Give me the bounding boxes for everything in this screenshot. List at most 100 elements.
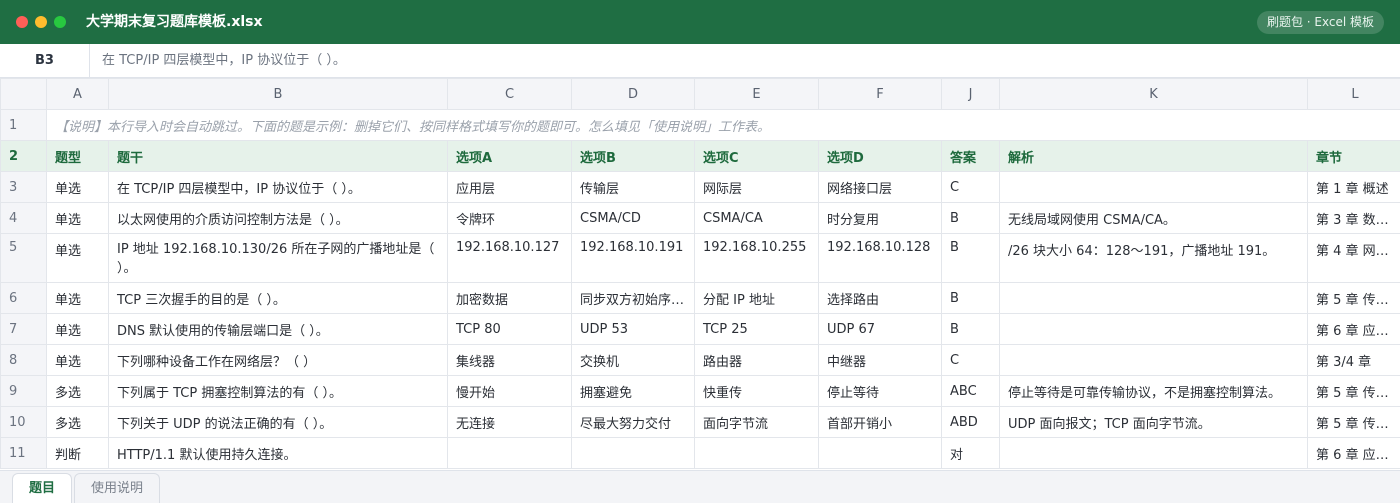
cell-b[interactable]: 下列哪种设备工作在网络层？（ ） [108,344,448,376]
cell-c[interactable]: TCP 80 [447,313,572,345]
cell-b[interactable]: IP 地址 192.168.10.130/26 所在子网的广播地址是（ ）。 [108,233,448,283]
row-number[interactable]: 2 [0,140,47,172]
column-header-j[interactable]: J [941,78,1000,110]
cell-name-box[interactable]: B3 [0,44,90,77]
cell-b[interactable]: 以太网使用的介质访问控制方法是（ ）。 [108,202,448,234]
cell-b[interactable]: 下列属于 TCP 拥塞控制算法的有（ ）。 [108,375,448,407]
column-header-b[interactable]: B [108,78,448,110]
field-header-cell[interactable]: 选项B [571,140,695,172]
cell-l[interactable]: 第 5 章 传… [1307,282,1400,314]
cell-a[interactable]: 多选 [46,406,109,438]
cell-c[interactable]: 加密数据 [447,282,572,314]
cell-l[interactable]: 第 4 章 网… [1307,233,1400,283]
cell-c[interactable]: 慢开始 [447,375,572,407]
cell-k[interactable] [999,313,1308,345]
cell-j[interactable]: 对 [941,437,1000,469]
cell-j[interactable]: B [941,282,1000,314]
column-header-d[interactable]: D [571,78,695,110]
cell-a[interactable]: 单选 [46,282,109,314]
cell-e[interactable]: CSMA/CA [694,202,819,234]
cell-c[interactable] [447,437,572,469]
cell-c[interactable]: 应用层 [447,171,572,203]
cell-d[interactable]: UDP 53 [571,313,695,345]
cell-a[interactable]: 单选 [46,202,109,234]
cell-a[interactable]: 单选 [46,313,109,345]
column-header-l[interactable]: L [1307,78,1400,110]
field-header-cell[interactable]: 章节 [1307,140,1400,172]
row-number[interactable]: 4 [0,202,47,234]
cell-k[interactable]: 无线局域网使用 CSMA/CA。 [999,202,1308,234]
cell-d[interactable]: 传输层 [571,171,695,203]
cell-l[interactable]: 第 5 章 传… [1307,375,1400,407]
cell-l[interactable]: 第 3 章 数… [1307,202,1400,234]
close-window-button[interactable] [16,16,28,28]
row-number[interactable]: 9 [0,375,47,407]
maximize-window-button[interactable] [54,16,66,28]
minimize-window-button[interactable] [35,16,47,28]
field-header-cell[interactable]: 题型 [46,140,109,172]
column-header-a[interactable]: A [46,78,109,110]
field-header-cell[interactable]: 选项D [818,140,942,172]
cell-c[interactable]: 令牌环 [447,202,572,234]
cell-b[interactable]: 在 TCP/IP 四层模型中，IP 协议位于（ ）。 [108,171,448,203]
cell-c[interactable]: 集线器 [447,344,572,376]
cell-d[interactable]: 交换机 [571,344,695,376]
cell-j[interactable]: C [941,344,1000,376]
cell-f[interactable]: 首部开销小 [818,406,942,438]
formula-input[interactable]: 在 TCP/IP 四层模型中，IP 协议位于（ ）。 [102,44,346,77]
field-header-cell[interactable]: 题干 [108,140,448,172]
select-all-corner[interactable] [0,78,47,110]
cell-b[interactable]: 下列关于 UDP 的说法正确的有（ ）。 [108,406,448,438]
field-header-cell[interactable]: 选项A [447,140,572,172]
cell-f[interactable]: 192.168.10.128 [818,233,942,283]
cell-j[interactable]: ABC [941,375,1000,407]
cell-l[interactable]: 第 6 章 应… [1307,313,1400,345]
cell-k[interactable]: /26 块大小 64：128～191，广播地址 191。 [999,233,1308,283]
sheet-tab-questions[interactable]: 题目 [12,473,73,503]
cell-k[interactable] [999,282,1308,314]
row-number[interactable]: 1 [0,109,47,141]
cell-e[interactable]: 路由器 [694,344,819,376]
cell-d[interactable] [571,437,695,469]
cell-f[interactable]: 选择路由 [818,282,942,314]
cell-f[interactable]: 时分复用 [818,202,942,234]
cell-f[interactable]: UDP 67 [818,313,942,345]
column-header-k[interactable]: K [999,78,1308,110]
cell-a[interactable]: 单选 [46,233,109,283]
cell-j[interactable]: ABD [941,406,1000,438]
field-header-cell[interactable]: 选项C [694,140,819,172]
cell-l[interactable]: 第 6 章 应… [1307,437,1400,469]
row-number[interactable]: 11 [0,437,47,469]
row-number[interactable]: 5 [0,233,47,283]
cell-l[interactable]: 第 3/4 章 [1307,344,1400,376]
cell-k[interactable] [999,344,1308,376]
cell-d[interactable]: 同步双方初始序… [571,282,695,314]
cell-e[interactable] [694,437,819,469]
field-header-cell[interactable]: 解析 [999,140,1308,172]
cell-e[interactable]: TCP 25 [694,313,819,345]
cell-k[interactable] [999,171,1308,203]
cell-a[interactable]: 单选 [46,171,109,203]
cell-l[interactable]: 第 5 章 传… [1307,406,1400,438]
row-number[interactable]: 8 [0,344,47,376]
cell-j[interactable]: B [941,313,1000,345]
cell-j[interactable]: B [941,233,1000,283]
cell-l[interactable]: 第 1 章 概述 [1307,171,1400,203]
field-header-cell[interactable]: 答案 [941,140,1000,172]
cell-b[interactable]: HTTP/1.1 默认使用持久连接。 [108,437,448,469]
cell-d[interactable]: 拥塞避免 [571,375,695,407]
row-number[interactable]: 3 [0,171,47,203]
cell-f[interactable]: 停止等待 [818,375,942,407]
cell-j[interactable]: C [941,171,1000,203]
cell-b[interactable]: DNS 默认使用的传输层端口是（ ）。 [108,313,448,345]
cell-b[interactable]: TCP 三次握手的目的是（ ）。 [108,282,448,314]
cell-f[interactable]: 网络接口层 [818,171,942,203]
cell-d[interactable]: 192.168.10.191 [571,233,695,283]
cell-k[interactable]: UDP 面向报文；TCP 面向字节流。 [999,406,1308,438]
cell-k[interactable] [999,437,1308,469]
cell-e[interactable]: 分配 IP 地址 [694,282,819,314]
cell-c[interactable]: 无连接 [447,406,572,438]
column-header-c[interactable]: C [447,78,572,110]
column-header-f[interactable]: F [818,78,942,110]
note-cell[interactable]: 【说明】本行导入时会自动跳过。下面的题是示例：删掉它们、按同样格式填写你的题即可… [46,109,1400,141]
